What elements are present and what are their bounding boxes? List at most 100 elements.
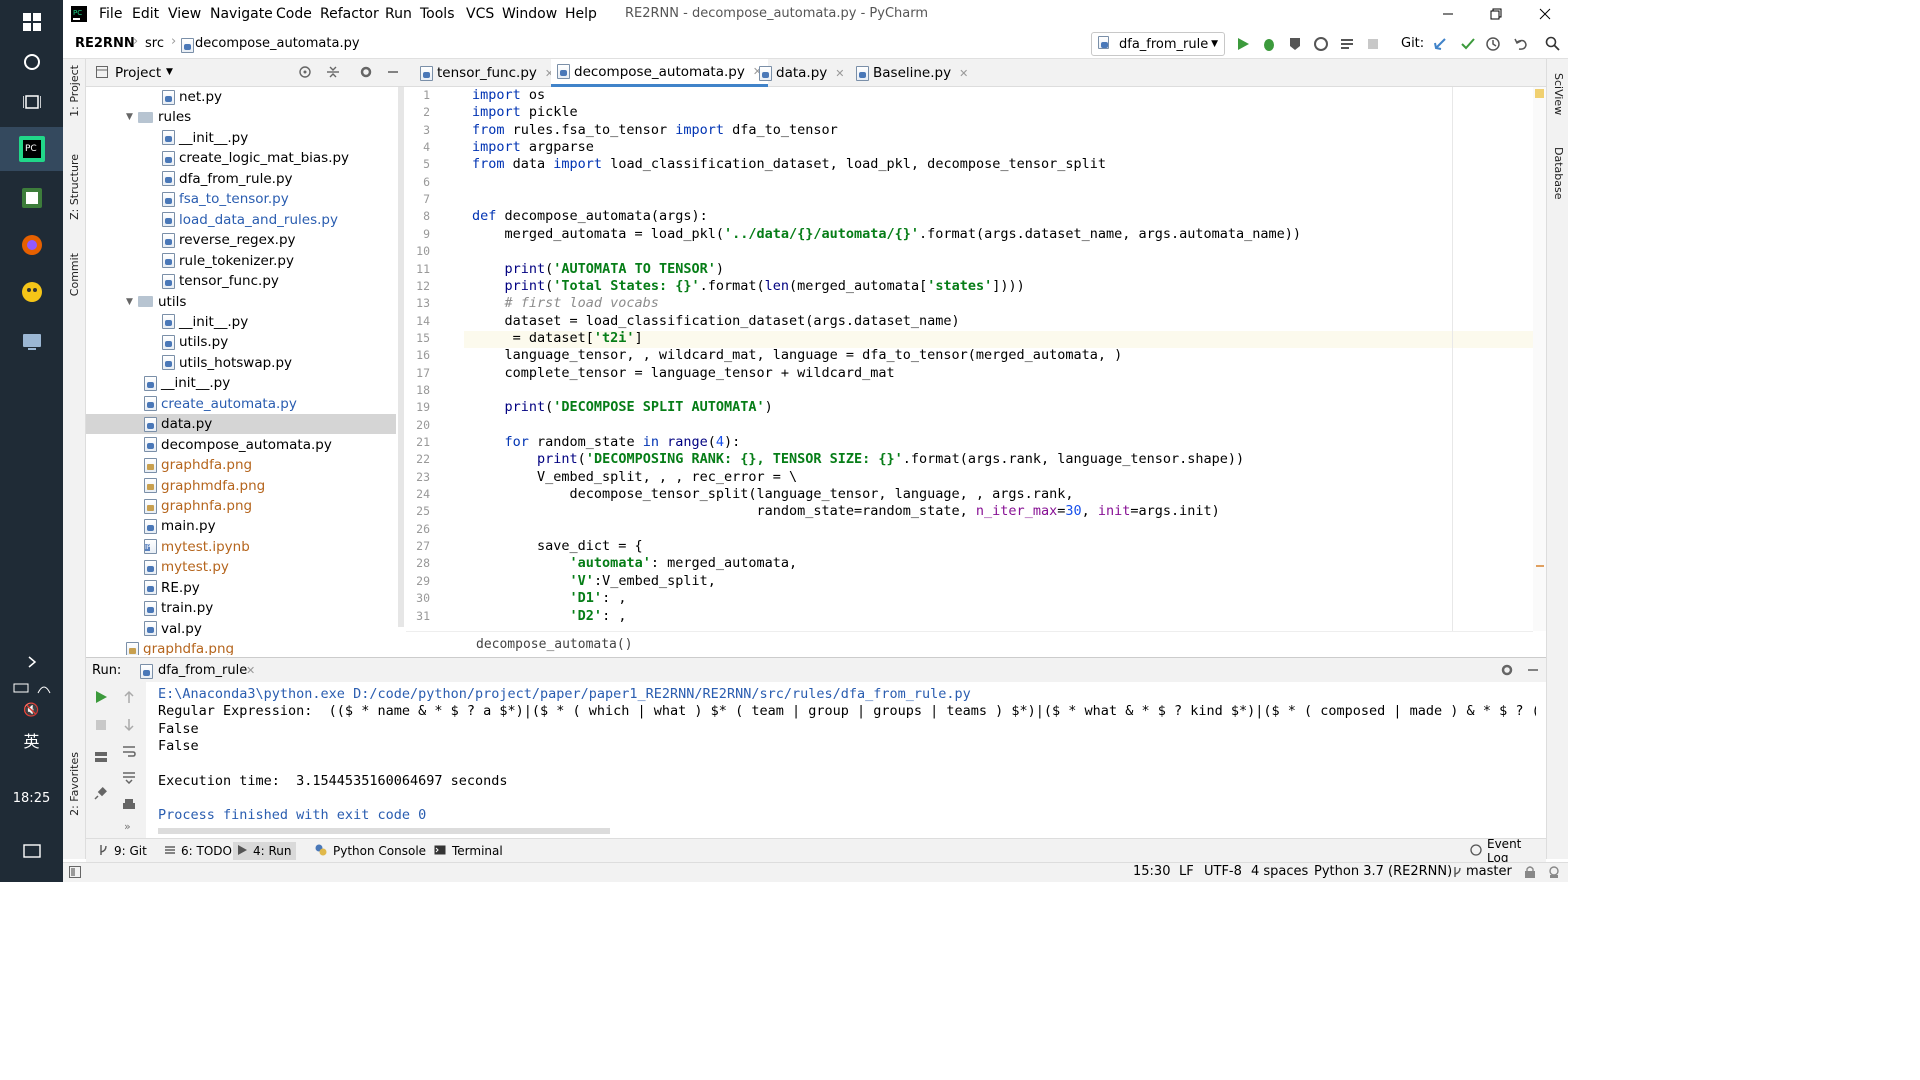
- git-commit-icon[interactable]: [1460, 36, 1476, 52]
- editor-breadcrumb[interactable]: decompose_automata(): [406, 631, 1533, 657]
- gear-icon[interactable]: [359, 65, 373, 83]
- tree-file[interactable]: __init__.py: [86, 373, 396, 393]
- restore-icon[interactable]: [1486, 4, 1506, 24]
- taskbar-clock[interactable]: 18:25: [0, 778, 63, 818]
- minimize-icon[interactable]: [1438, 4, 1458, 24]
- tree-file[interactable]: rule_tokenizer.py: [86, 251, 396, 271]
- tool-window-sciview[interactable]: SciView: [1552, 73, 1565, 115]
- menu-file[interactable]: File: [99, 6, 122, 22]
- tree-file[interactable]: reverse_regex.py: [86, 230, 396, 250]
- chat-app-taskbar-icon[interactable]: [0, 270, 63, 314]
- code-line[interactable]: complete_tensor = language_tensor + wild…: [472, 365, 895, 381]
- print-icon[interactable]: [122, 798, 136, 816]
- code-line[interactable]: 'D1': ,: [472, 590, 627, 606]
- close-tab-icon[interactable]: ✕: [959, 67, 968, 80]
- stop-icon[interactable]: [1365, 36, 1381, 52]
- tree-file[interactable]: graphdfa.png: [86, 455, 396, 475]
- menu-run[interactable]: Run: [385, 6, 412, 22]
- debug-icon[interactable]: [1261, 36, 1277, 52]
- editor-scrollbar[interactable]: [1533, 87, 1546, 631]
- tree-file[interactable]: main.py: [86, 516, 396, 536]
- concurrency-icon[interactable]: [1339, 36, 1355, 52]
- run-console-output[interactable]: E:\Anaconda3\python.exe D:/code/python/p…: [146, 682, 1536, 838]
- editor-tab-baseline[interactable]: Baseline.py ✕: [850, 59, 974, 87]
- action-center-icon[interactable]: [0, 832, 63, 872]
- memory-indicator-icon[interactable]: [1547, 865, 1561, 883]
- inspection-status-icon[interactable]: [1535, 89, 1544, 98]
- git-update-icon[interactable]: [1432, 36, 1448, 52]
- tool-window-structure[interactable]: Z: Structure: [68, 154, 81, 220]
- code-line[interactable]: decompose_tensor_split(language_tensor, …: [472, 486, 1074, 502]
- tree-file[interactable]: create_logic_mat_bias.py: [86, 148, 396, 168]
- code-line[interactable]: import argparse: [472, 139, 594, 155]
- tree-file[interactable]: utils_hotswap.py: [86, 353, 396, 373]
- breadcrumb-project[interactable]: RE2RNN: [75, 36, 135, 51]
- git-history-icon[interactable]: [1485, 36, 1501, 52]
- editor-tab-data[interactable]: data.py ✕: [753, 59, 850, 87]
- tree-file[interactable]: data.py: [86, 414, 396, 435]
- menu-window[interactable]: Window: [502, 6, 557, 22]
- tool-tab-run[interactable]: 4: Run: [233, 842, 296, 860]
- tree-file[interactable]: RE.py: [86, 578, 396, 598]
- editor-tab-decompose-automata[interactable]: decompose_automata.py ✕: [551, 59, 769, 87]
- code-line[interactable]: merged_automata = load_pkl('../data/{}/a…: [472, 226, 1302, 242]
- warning-marker[interactable]: [1536, 565, 1544, 567]
- expand-arrow-icon[interactable]: ▼: [126, 297, 138, 307]
- tree-file[interactable]: create_automata.py: [86, 394, 396, 414]
- tool-tab-todo[interactable]: 6: TODO: [161, 842, 236, 860]
- code-line[interactable]: random_state=random_state, n_iter_max=30…: [472, 503, 1219, 519]
- tree-file[interactable]: load_data_and_rules.py: [86, 210, 396, 230]
- tree-folder[interactable]: ▼ rules: [86, 107, 396, 127]
- code-line[interactable]: 'D2': ,: [472, 608, 627, 624]
- tool-window-database[interactable]: Database: [1552, 147, 1565, 200]
- code-line[interactable]: import os: [472, 87, 545, 103]
- tool-tab-terminal[interactable]: Terminal: [430, 842, 507, 860]
- layout-icon[interactable]: [94, 750, 108, 768]
- menu-code[interactable]: Code: [276, 6, 312, 22]
- locate-file-icon[interactable]: [298, 65, 312, 83]
- project-panel-title[interactable]: Project: [115, 65, 161, 81]
- chevron-down-icon[interactable]: ▼: [166, 67, 173, 77]
- stop-icon[interactable]: [94, 718, 108, 736]
- close-icon[interactable]: [1535, 4, 1555, 24]
- tool-window-commit[interactable]: Commit: [68, 253, 81, 296]
- tree-file[interactable]: graphnfa.png: [86, 496, 396, 516]
- close-tab-icon[interactable]: ✕: [835, 67, 844, 80]
- code-line[interactable]: save_dict = {: [472, 538, 643, 554]
- tree-file[interactable]: dfa_from_rule.py: [86, 169, 396, 189]
- tree-file[interactable]: train.py: [86, 598, 396, 618]
- code-line[interactable]: def decompose_automata(args):: [472, 208, 708, 224]
- soft-wrap-icon[interactable]: [122, 744, 136, 762]
- code-line[interactable]: dataset = load_classification_dataset(ar…: [472, 313, 960, 329]
- gear-icon[interactable]: [1500, 663, 1514, 681]
- pin-tab-icon[interactable]: [94, 786, 108, 804]
- console-horizontal-scrollbar[interactable]: [158, 828, 610, 834]
- code-line[interactable]: print('DECOMPOSE SPLIT AUTOMATA'): [472, 399, 773, 415]
- git-rollback-icon[interactable]: [1513, 36, 1529, 52]
- code-editor[interactable]: 1 2 3 4 5 6 7 8 9 10 11 12 13 14 15 16 17 18 19 20 21 22 23 24 2…: [406, 87, 1533, 631]
- tree-file[interactable]: graphmdfa.png: [86, 476, 396, 496]
- scroll-down-icon[interactable]: [122, 718, 136, 736]
- cortana-search-icon[interactable]: [0, 40, 63, 84]
- search-everywhere-icon[interactable]: [1545, 36, 1561, 52]
- caret-position[interactable]: 15:30: [1133, 864, 1170, 879]
- breadcrumb-file[interactable]: decompose_automata.py: [195, 36, 360, 51]
- python-interpreter[interactable]: Python 3.7 (RE2RNN): [1314, 864, 1452, 879]
- event-log-button[interactable]: Event Log: [1466, 837, 1546, 865]
- more-actions-icon[interactable]: »: [124, 820, 131, 833]
- tree-file[interactable]: __init__.py: [86, 312, 396, 332]
- menu-edit[interactable]: Edit: [132, 6, 159, 22]
- code-line[interactable]: from data import load_classification_dat…: [472, 156, 1106, 172]
- run-configuration-select[interactable]: dfa_from_rule ▼: [1091, 32, 1225, 56]
- firefox-taskbar-icon[interactable]: [0, 223, 63, 267]
- input-method-indicator[interactable]: 英: [0, 720, 63, 760]
- scroll-up-icon[interactable]: [122, 690, 136, 708]
- code-line[interactable]: for random_state in range(4):: [472, 434, 741, 450]
- line-separator[interactable]: LF: [1179, 864, 1194, 879]
- code-line[interactable]: 'V':V_embed_split,: [472, 573, 716, 589]
- scroll-to-end-icon[interactable]: [122, 770, 136, 788]
- indent-setting[interactable]: 4 spaces: [1251, 864, 1308, 879]
- code-line[interactable]: 'automata': merged_automata,: [472, 555, 798, 571]
- breadcrumb-src[interactable]: src: [145, 36, 164, 51]
- tool-tab-python-console[interactable]: Python Console: [311, 842, 430, 860]
